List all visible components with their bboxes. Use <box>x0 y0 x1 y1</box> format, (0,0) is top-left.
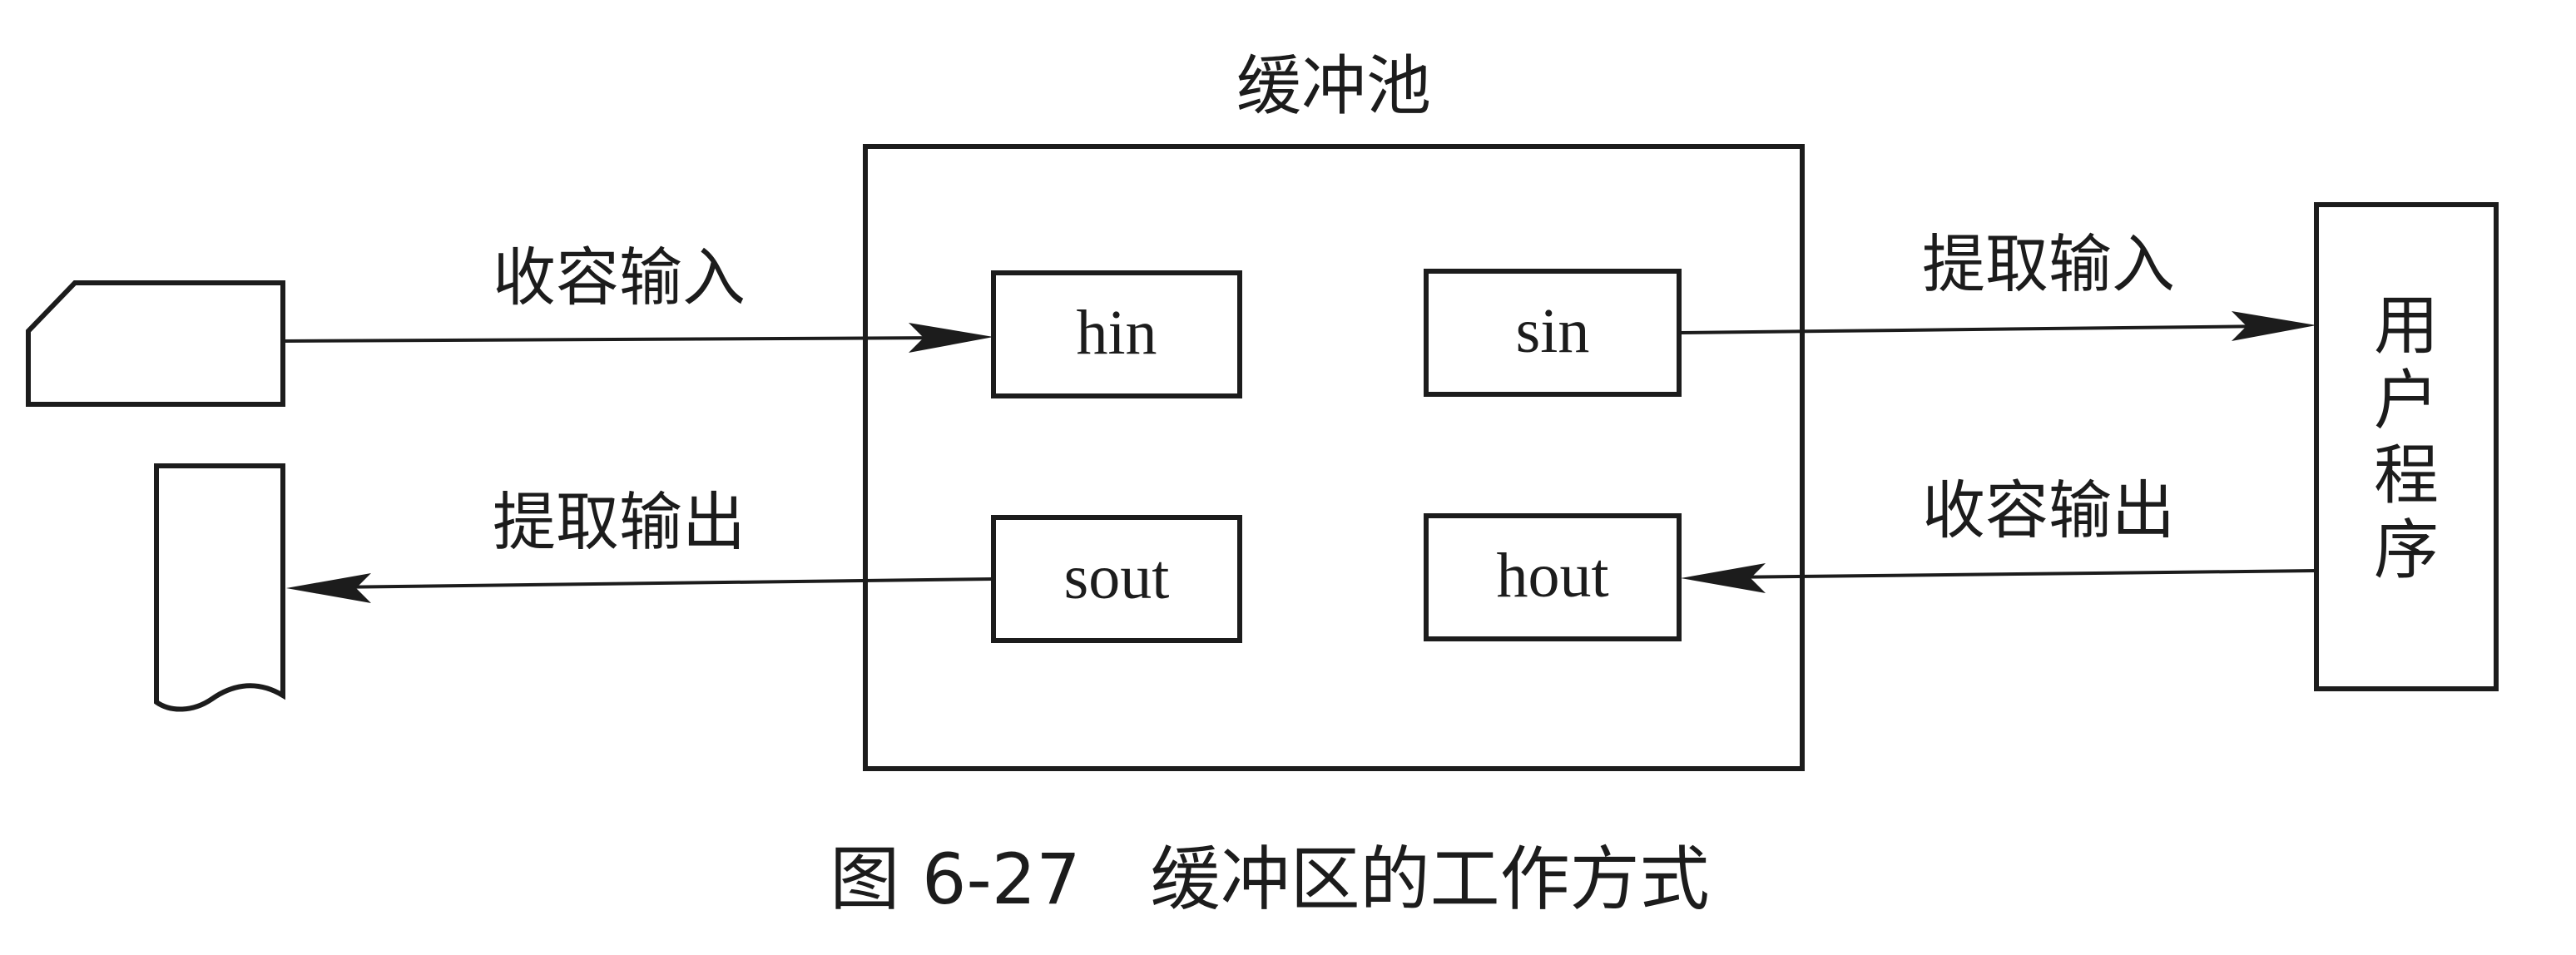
user-program-char-2: 户 <box>2374 364 2439 438</box>
label-extract-output: 提取输出 <box>493 485 746 559</box>
buffer-sin: sin <box>1424 269 1682 397</box>
label-collect-input: 收容输入 <box>493 240 746 314</box>
buffer-sin-label: sin <box>1516 296 1590 366</box>
user-program-char-1: 用 <box>2374 289 2439 364</box>
buffer-pool-diagram: 缓冲池 hin sin sout hout 用 户 程 序 收容输入 提取输出 <box>26 49 2499 920</box>
arrow-extract-output <box>286 573 994 603</box>
buffer-pool-box <box>863 144 1805 771</box>
buffer-hin-label: hin <box>1076 298 1157 368</box>
buffer-sout: sout <box>991 515 1242 643</box>
arrow-extract-input <box>1678 311 2316 341</box>
user-program-char-3: 程 <box>2374 438 2439 513</box>
label-extract-input: 提取输入 <box>1922 227 2175 301</box>
buffer-hin: hin <box>991 270 1242 398</box>
user-program-char-4: 序 <box>2374 513 2439 588</box>
buffer-hout-label: hout <box>1496 541 1608 611</box>
pool-title: 缓冲池 <box>1236 49 1431 124</box>
buffer-hout: hout <box>1424 513 1682 641</box>
label-collect-output: 收容输出 <box>1922 473 2175 547</box>
figure-caption: 图 6-27 缓冲区的工作方式 <box>830 839 1709 920</box>
user-program-label: 用 户 程 序 <box>2374 289 2439 588</box>
input-device-icon <box>26 280 285 407</box>
output-device-icon <box>154 463 285 712</box>
arrow-collect-output <box>1681 563 2317 593</box>
arrow-collect-input <box>282 323 993 353</box>
buffer-sout-label: sout <box>1064 542 1170 612</box>
